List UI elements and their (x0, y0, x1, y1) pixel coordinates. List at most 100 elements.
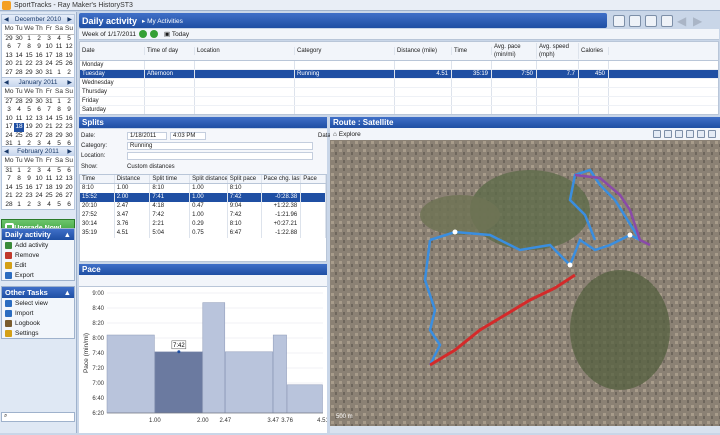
daily-activity-tasks-header[interactable]: Daily activity ▲ (2, 229, 74, 240)
athlete-icon[interactable] (645, 14, 657, 27)
calendar-day[interactable]: 17 (44, 52, 54, 61)
calendar-day[interactable]: 4 (44, 167, 54, 176)
calendar-day[interactable]: 4 (54, 35, 64, 44)
next-month-icon[interactable]: ▶ (67, 79, 72, 86)
calendar-day[interactable]: 2 (64, 69, 74, 78)
calendar-day[interactable]: 31 (44, 69, 54, 78)
calendar-day[interactable]: 15 (24, 52, 34, 61)
calendar-day[interactable]: 20 (34, 123, 44, 132)
calendar-day[interactable]: 26 (54, 192, 64, 201)
table-row[interactable]: 35:19 4.51 5:04 0.75 6:47 -1:22.88 (80, 229, 326, 238)
calendar-day[interactable]: 2 (24, 167, 34, 176)
pace-bar[interactable] (106, 334, 155, 414)
calendar-day[interactable]: 11 (14, 115, 24, 124)
task-item[interactable]: Import (2, 308, 74, 318)
calendar-day[interactable]: 18 (54, 52, 64, 61)
calendar-day[interactable]: 5 (54, 201, 64, 210)
calendar-day[interactable]: 27 (64, 192, 74, 201)
calendar-day[interactable]: 15 (54, 115, 64, 124)
column-header[interactable]: Pace chg. last (262, 175, 302, 183)
calendar-day[interactable]: 12 (54, 175, 64, 184)
route-marker[interactable] (627, 232, 633, 238)
zoom-in-icon[interactable] (697, 130, 705, 138)
column-header[interactable]: Distance (115, 175, 151, 183)
task-item[interactable]: Add activity (2, 240, 74, 250)
calendar-day[interactable]: 31 (4, 167, 14, 176)
calendar-day[interactable]: 2 (34, 35, 44, 44)
back-arrow-icon[interactable]: ◀ (677, 15, 689, 27)
route-marker[interactable] (567, 262, 573, 268)
calendar-day[interactable]: 1 (24, 35, 34, 44)
column-header[interactable]: Avg. speed (mph) (537, 43, 579, 59)
task-item[interactable]: Select view (2, 298, 74, 308)
table-row[interactable]: Thursday (80, 88, 718, 97)
satellite-map[interactable]: 500 m (330, 140, 720, 426)
calendar-day[interactable]: 14 (14, 52, 24, 61)
calendar-day[interactable]: 12 (24, 115, 34, 124)
calendar-day[interactable]: 22 (14, 192, 24, 201)
date-field[interactable]: 1/18/2011 (127, 131, 167, 140)
notebook-icon[interactable] (661, 14, 673, 27)
calendar-day[interactable]: 3 (34, 167, 44, 176)
collapse-icon[interactable]: ▲ (64, 288, 71, 297)
calendar-day[interactable]: 15 (14, 184, 24, 193)
today-button[interactable]: ▣ Today (164, 30, 189, 38)
task-item[interactable]: Export (2, 270, 74, 280)
calendar-day[interactable]: 6 (64, 201, 74, 210)
pace-bar[interactable] (272, 334, 287, 414)
other-tasks-header[interactable]: Other Tasks ▲ (2, 287, 74, 298)
pace-bar[interactable] (286, 384, 323, 414)
calendar-day[interactable]: 4 (44, 201, 54, 210)
task-item[interactable]: Logbook (2, 318, 74, 328)
calendar-day[interactable]: 8 (24, 43, 34, 52)
calendar-day[interactable]: 1 (54, 98, 64, 107)
calendar-day[interactable]: 7 (14, 43, 24, 52)
calendar-day[interactable]: 23 (24, 192, 34, 201)
column-header[interactable]: Time (80, 175, 115, 183)
calendar-day[interactable]: 17 (34, 184, 44, 193)
column-header[interactable]: Split time (150, 175, 191, 183)
pace-bar[interactable] (202, 302, 226, 414)
calendar-day[interactable]: 3 (4, 106, 14, 115)
calendar-view-icon[interactable] (613, 14, 625, 27)
column-header[interactable]: Avg. pace (min/mi) (492, 43, 537, 59)
calendar-day[interactable]: 25 (54, 60, 64, 69)
calendar-day[interactable]: 14 (44, 115, 54, 124)
calendar-day[interactable]: 17 (4, 123, 14, 132)
calendar-day[interactable]: 1 (54, 69, 64, 78)
calendar-day[interactable]: 20 (4, 60, 14, 69)
calendar-day[interactable]: 12 (64, 43, 74, 52)
location-field[interactable] (127, 151, 313, 160)
view-menu[interactable]: ▸ My Activities (142, 17, 183, 25)
calendar-day[interactable]: 6 (64, 167, 74, 176)
marker-icon[interactable] (653, 130, 661, 138)
calendar-day[interactable]: 16 (34, 52, 44, 61)
calendar-day[interactable]: 8 (54, 106, 64, 115)
column-header[interactable]: Calories (579, 47, 609, 55)
task-item[interactable]: Settings (2, 328, 74, 338)
calendar-day[interactable]: 31 (44, 98, 54, 107)
calendar-day[interactable]: 25 (14, 132, 24, 141)
layers-icon[interactable] (675, 130, 683, 138)
category-field[interactable]: Running (127, 141, 313, 150)
task-item[interactable]: Remove (2, 250, 74, 260)
calendar-day[interactable]: 19 (64, 52, 74, 61)
calendar-day[interactable]: 7 (44, 106, 54, 115)
pace-bar[interactable] (225, 351, 273, 414)
calendar-day[interactable]: 30 (34, 98, 44, 107)
collapse-icon[interactable]: ▲ (64, 230, 71, 239)
calendar-day[interactable]: 2 (24, 201, 34, 210)
calendar-day[interactable]: 28 (4, 201, 14, 210)
calendar-day[interactable]: 8 (14, 175, 24, 184)
calendar-day[interactable]: 18 (44, 184, 54, 193)
calendar-day[interactable]: 30 (64, 132, 74, 141)
column-header[interactable]: Category (295, 47, 395, 55)
calendar-day[interactable]: 28 (14, 98, 24, 107)
column-header[interactable]: Time (452, 47, 492, 55)
calendar-day[interactable]: 16 (64, 115, 74, 124)
calendar-day[interactable]: 7 (4, 175, 14, 184)
explore-button[interactable]: ⌂ Explore (333, 131, 361, 138)
calendar-day[interactable]: 1 (14, 167, 24, 176)
calendar-day[interactable]: 3 (34, 201, 44, 210)
calendar-day[interactable]: 10 (4, 115, 14, 124)
